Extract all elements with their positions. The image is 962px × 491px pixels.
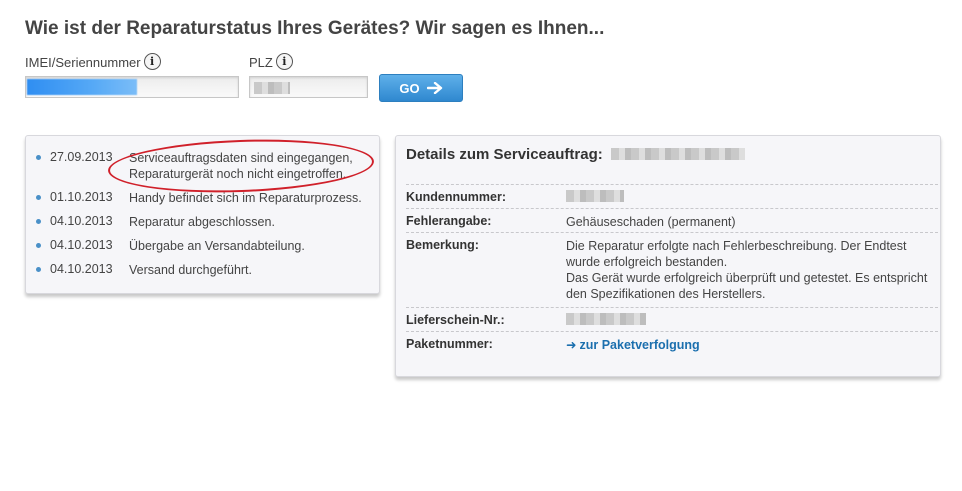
plz-input[interactable]: [249, 76, 368, 98]
arrow-right-icon: ➜: [566, 338, 577, 352]
imei-label-group: IMEI/Seriennummer i: [25, 53, 161, 70]
detail-value: Die Reparatur erfolgte nach Fehlerbeschr…: [566, 239, 928, 301]
arrow-right-icon: [426, 82, 442, 94]
detail-key: Fehlerangabe:: [406, 214, 492, 228]
imei-label: IMEI/Seriennummer: [25, 55, 141, 70]
detail-key: Kundennummer:: [406, 190, 506, 204]
redacted-order-number: [610, 148, 745, 160]
detail-key: Paketnummer:: [406, 337, 493, 351]
go-button-label: GO: [399, 80, 420, 96]
detail-value: Gehäuseschaden (permanent): [566, 215, 736, 229]
redacted-delivery-note-number: [566, 313, 646, 325]
bullet-icon: [36, 155, 41, 160]
details-title: Details zum Serviceauftrag:: [406, 146, 745, 163]
bullet-icon: [36, 267, 41, 272]
history-date: 01.10.2013: [50, 190, 113, 204]
history-text: Versand durchgeführt.: [129, 263, 252, 277]
history-text: Reparatur abgeschlossen.: [129, 215, 275, 229]
redacted-plz-value: [254, 82, 290, 94]
detail-row-customer-number: Kundennummer:: [406, 184, 938, 209]
bullet-icon: [36, 219, 41, 224]
detail-key: Bemerkung:: [406, 238, 479, 252]
history-date: 04.10.2013: [50, 214, 113, 228]
plz-label-group: PLZ i: [249, 53, 293, 70]
package-tracking-label: zur Paketverfolgung: [579, 338, 700, 352]
history-text: Übergabe an Versandabteilung.: [129, 239, 305, 253]
detail-row-error: Fehlerangabe: Gehäuseschaden (permanent): [406, 208, 938, 233]
history-date: 04.10.2013: [50, 238, 113, 252]
history-text: Handy befindet sich im Reparaturprozess.: [129, 191, 362, 205]
bullet-icon: [36, 243, 41, 248]
redacted-imei-value: [27, 79, 137, 95]
detail-value: [566, 313, 936, 329]
info-icon[interactable]: i: [275, 53, 293, 70]
plz-label: PLZ: [249, 55, 273, 70]
detail-row-package-number: Paketnummer: ➜ zur Paketverfolgung: [406, 331, 938, 356]
detail-row-remark: Bemerkung: Die Reparatur erfolgte nach F…: [406, 232, 938, 307]
detail-key: Lieferschein-Nr.:: [406, 313, 505, 327]
page-title: Wie ist der Reparaturstatus Ihres Geräte…: [25, 18, 605, 39]
detail-value: [566, 190, 936, 206]
details-panel: Details zum Serviceauftrag: Kundennummer…: [395, 135, 941, 377]
history-date: 04.10.2013: [50, 262, 113, 276]
history-date: 27.09.2013: [50, 150, 113, 164]
imei-input[interactable]: [25, 76, 239, 98]
detail-value: ➜ zur Paketverfolgung: [566, 337, 936, 353]
info-icon[interactable]: i: [143, 53, 161, 70]
details-title-text: Details zum Serviceauftrag:: [406, 146, 603, 163]
bullet-icon: [36, 195, 41, 200]
package-tracking-link[interactable]: ➜ zur Paketverfolgung: [566, 338, 700, 352]
go-button[interactable]: GO: [379, 74, 463, 102]
detail-row-delivery-note: Lieferschein-Nr.:: [406, 307, 938, 332]
redacted-customer-number: [566, 190, 624, 202]
